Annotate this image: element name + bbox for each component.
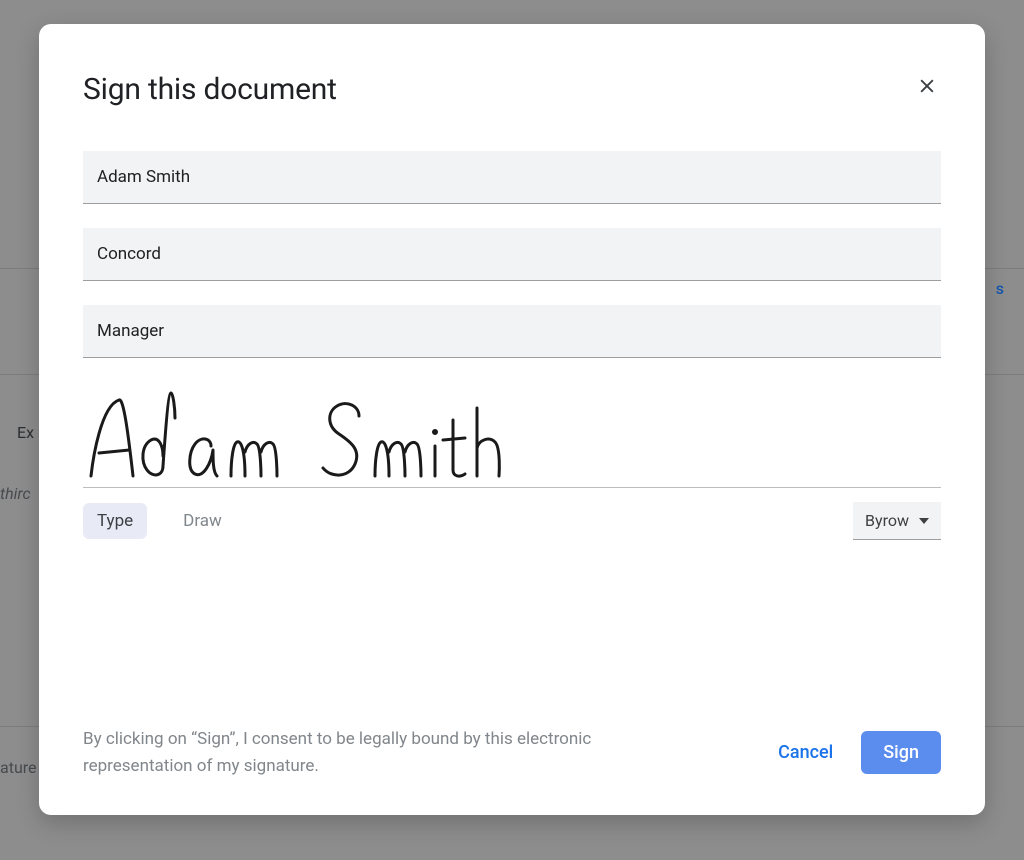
sign-document-modal: Sign this document [39,24,985,815]
sign-button[interactable]: Sign [861,731,941,774]
signature-font-label: Byrow [865,511,909,530]
signature-font-select[interactable]: Byrow [853,502,941,540]
caret-down-icon [919,518,929,524]
signature-mode-tabs: Type Draw [83,503,236,539]
consent-text: By clicking on “Sign”, I consent to be l… [83,726,683,779]
close-icon [917,76,937,96]
cancel-button[interactable]: Cancel [770,732,841,773]
close-button[interactable] [913,72,941,100]
modal-title: Sign this document [83,72,337,107]
company-field[interactable] [83,228,941,281]
signer-name-field[interactable] [83,151,941,204]
role-field[interactable] [83,305,941,358]
tab-draw[interactable]: Draw [169,503,236,539]
modal-header: Sign this document [83,72,941,107]
tab-type[interactable]: Type [83,503,147,539]
signature-rendering [83,388,503,483]
signature-preview[interactable] [83,382,941,488]
signature-controls: Type Draw Byrow [83,502,941,540]
footer-actions: Cancel Sign [770,731,941,774]
modal-footer: By clicking on “Sign”, I consent to be l… [83,726,941,779]
